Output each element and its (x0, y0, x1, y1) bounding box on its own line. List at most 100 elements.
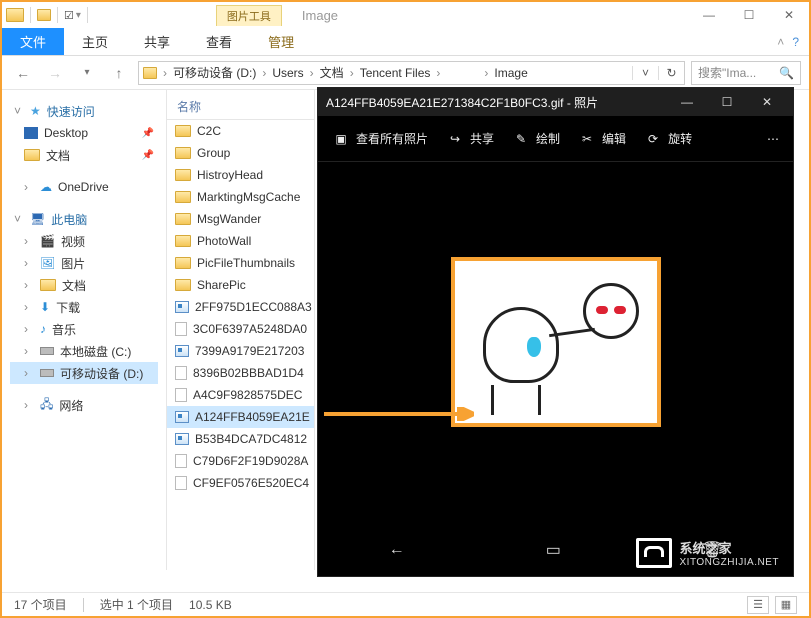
nav-downloads[interactable]: ›⬇下载 (10, 296, 158, 318)
photos-slideshow-button[interactable]: ▭ (546, 540, 561, 560)
nav-drive-d[interactable]: ›可移动设备 (D:) (10, 362, 158, 384)
file-row[interactable]: 2FF975D1ECC088A3 (167, 296, 314, 318)
nav-forward-button[interactable]: → (42, 60, 68, 86)
nav-pictures[interactable]: ›🖼图片 (10, 252, 158, 274)
qat-open-icon[interactable] (37, 9, 51, 21)
help-icon[interactable]: ? (792, 35, 799, 49)
app-icon (6, 8, 24, 22)
file-icon (175, 322, 187, 336)
image-file-icon (175, 433, 189, 445)
folder-row[interactable]: MsgWander (167, 208, 314, 230)
photos-back-button[interactable]: ← (389, 541, 405, 559)
file-row[interactable]: C79D6F2F19D9028A (167, 450, 314, 472)
file-name: MsgWander (197, 212, 261, 226)
file-name: MarktingMsgCache (197, 190, 300, 204)
nav-videos[interactable]: ›🎬视频 (10, 230, 158, 252)
photos-more-button[interactable]: ⋯ (767, 132, 779, 146)
image-preview (451, 257, 661, 427)
ribbon-tab-view[interactable]: 查看 (188, 28, 250, 55)
ribbon-tab-manage[interactable]: 管理 (250, 28, 312, 55)
folder-row[interactable]: HistroyHead (167, 164, 314, 186)
file-list: 名称 C2C Group HistroyHead MarktingMsgCache Ms… (167, 90, 315, 570)
minimize-button[interactable]: — (689, 2, 729, 28)
ribbon-tab-home[interactable]: 主页 (64, 28, 126, 55)
photos-minimize-button[interactable]: — (669, 95, 705, 109)
collection-icon: ▣ (332, 130, 350, 148)
folder-icon (175, 125, 191, 137)
refresh-button[interactable]: ↻ (658, 66, 684, 80)
folder-row[interactable]: SharePic (167, 274, 314, 296)
nav-documents[interactable]: 文档📌 (10, 144, 158, 166)
photos-maximize-button[interactable]: ☐ (709, 95, 745, 109)
photos-share-button[interactable]: ↪共享 (446, 130, 494, 148)
file-name: PhotoWall (197, 234, 251, 248)
view-details-button[interactable]: ☰ (747, 596, 769, 614)
photos-edit-button[interactable]: ✂编辑 (578, 130, 626, 148)
photos-rotate-button[interactable]: ⟳旋转 (644, 130, 692, 148)
nav-this-pc[interactable]: ˅🖥此电脑 (10, 208, 158, 230)
nav-drive-c[interactable]: ›本地磁盘 (C:) (10, 340, 158, 362)
folder-row[interactable]: C2C (167, 120, 314, 142)
folder-icon (175, 235, 191, 247)
nav-desktop[interactable]: Desktop📌 (10, 122, 158, 144)
folder-row[interactable]: PhotoWall (167, 230, 314, 252)
search-icon: 🔍 (779, 66, 794, 80)
file-row[interactable]: 8396B02BBBAD1D4 (167, 362, 314, 384)
edit-icon: ✂ (578, 130, 596, 148)
file-row[interactable]: 7399A9179E217203 (167, 340, 314, 362)
file-row[interactable]: A4C9F9828575DEC (167, 384, 314, 406)
search-input[interactable]: 搜索"Ima... 🔍 (691, 61, 801, 85)
nav-music[interactable]: ›♪音乐 (10, 318, 158, 340)
maximize-button[interactable]: ☐ (729, 2, 769, 28)
watermark: 系统之家 XITONGZHIJIA.NET (636, 538, 780, 568)
file-name: PicFileThumbnails (197, 256, 295, 270)
file-row[interactable]: CF9EF0576E520EC4 (167, 472, 314, 494)
qat-check-icon[interactable]: ☑ (64, 9, 74, 22)
photos-window-title: A124FFB4059EA21E271384C2F1B0FC3.gif - 照片 (326, 94, 598, 111)
nav-dropdown-icon[interactable]: ˅ (632, 66, 658, 80)
nav-quick-access[interactable]: ˅★快速访问 (10, 100, 158, 122)
status-size: 10.5 KB (189, 598, 232, 612)
file-name: 2FF975D1ECC088A3 (195, 300, 312, 314)
file-name: Group (197, 146, 230, 160)
ribbon-tab-share[interactable]: 共享 (126, 28, 188, 55)
nav-onedrive[interactable]: ›☁OneDrive (10, 176, 158, 198)
image-file-icon (175, 345, 189, 357)
file-name: B53B4DCA7DC4812 (195, 432, 307, 446)
ribbon-tab-file[interactable]: 文件 (2, 28, 64, 55)
nav-up-button[interactable]: ↑ (106, 60, 132, 86)
title-bar: ☑ ▾ 图片工具 Image — ☐ ✕ (2, 2, 809, 28)
photos-view-all-button[interactable]: ▣查看所有照片 (332, 130, 428, 148)
photos-title-bar: A124FFB4059EA21E271384C2F1B0FC3.gif - 照片… (318, 88, 793, 116)
breadcrumb[interactable]: › 可移动设备 (D:)› Users› 文档› Tencent Files› … (138, 61, 685, 85)
status-item-count: 17 个项目 (14, 596, 67, 613)
folder-icon (175, 257, 191, 269)
ribbon-collapse-icon[interactable]: ˄ (777, 35, 784, 49)
pin-icon: 📌 (142, 150, 158, 161)
nav-network[interactable]: ›🖧网络 (10, 394, 158, 416)
ribbon: 文件 主页 共享 查看 管理 ˄ ? (2, 28, 809, 56)
file-row[interactable]: A124FFB4059EA21E (167, 406, 314, 428)
nav-history-button[interactable]: ▾ (74, 60, 100, 86)
column-header-name[interactable]: 名称 (167, 94, 314, 120)
folder-row[interactable]: Group (167, 142, 314, 164)
file-name: HistroyHead (197, 168, 263, 182)
folder-row[interactable]: MarktingMsgCache (167, 186, 314, 208)
photos-canvas (318, 162, 793, 522)
photos-toolbar: ▣查看所有照片 ↪共享 ✎绘制 ✂编辑 ⟳旋转 ⋯ (318, 116, 793, 162)
file-row[interactable]: 3C0F6397A5248DA0 (167, 318, 314, 340)
photos-close-button[interactable]: ✕ (749, 95, 785, 109)
file-name: A124FFB4059EA21E (195, 410, 310, 424)
nav-docs2[interactable]: ›文档 (10, 274, 158, 296)
photos-draw-button[interactable]: ✎绘制 (512, 130, 560, 148)
window-title: Image (302, 8, 338, 23)
share-icon: ↪ (446, 130, 464, 148)
watermark-icon (636, 538, 672, 568)
folder-row[interactable]: PicFileThumbnails (167, 252, 314, 274)
file-row[interactable]: B53B4DCA7DC4812 (167, 428, 314, 450)
close-button[interactable]: ✕ (769, 2, 809, 28)
file-name: 8396B02BBBAD1D4 (193, 366, 304, 380)
folder-icon (175, 191, 191, 203)
view-thumbnails-button[interactable]: ▦ (775, 596, 797, 614)
nav-back-button[interactable]: ← (10, 60, 36, 86)
